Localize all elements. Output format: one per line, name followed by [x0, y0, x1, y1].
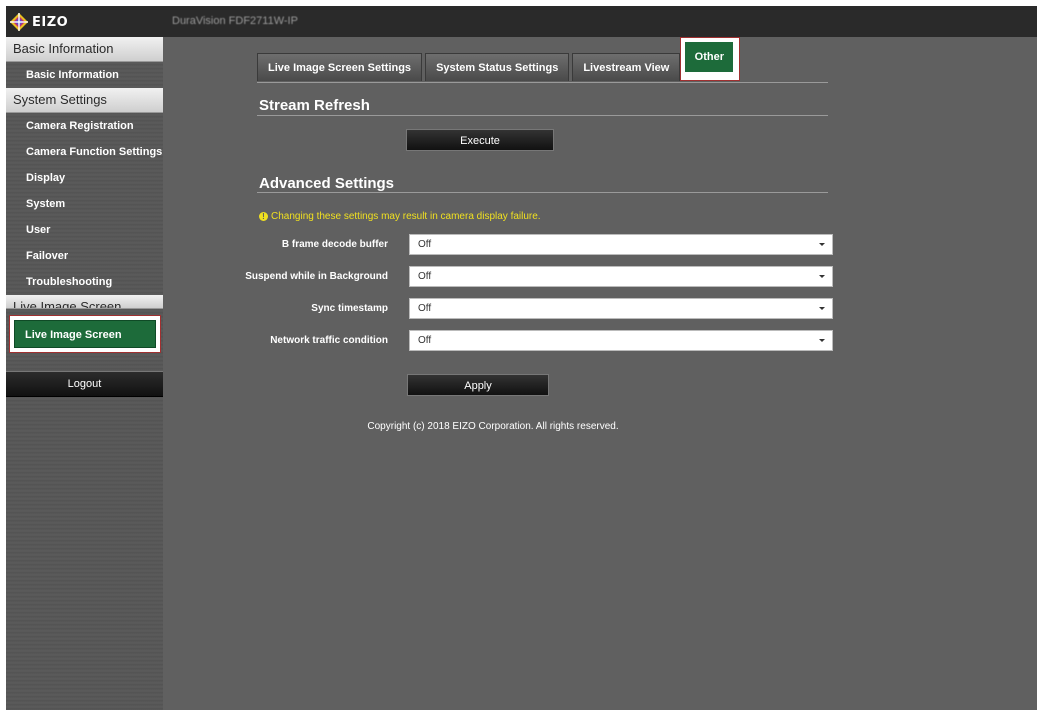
sidebar-item-basic-information[interactable]: Basic Information: [6, 62, 163, 88]
tab-other[interactable]: Other: [685, 42, 734, 72]
select-value: Off: [418, 239, 432, 250]
sidebar-item-live-image-screen[interactable]: Live Image Screen: [14, 320, 156, 348]
apply-button[interactable]: Apply: [407, 374, 549, 396]
sidebar: Basic Information Basic Information Syst…: [6, 37, 163, 710]
stream-refresh-title: Stream Refresh: [259, 97, 370, 114]
select-network-traffic-condition[interactable]: Off: [409, 330, 833, 351]
tab-system-status-settings[interactable]: System Status Settings: [425, 53, 570, 81]
logo-text: EIZO: [32, 14, 69, 30]
sidebar-item-system[interactable]: System: [6, 191, 163, 217]
select-b-frame-decode-buffer[interactable]: Off: [409, 234, 833, 255]
sidebar-item-user[interactable]: User: [6, 217, 163, 243]
main-content: Live Image Screen Settings System Status…: [163, 37, 1037, 710]
select-sync-timestamp[interactable]: Off: [409, 298, 833, 319]
chevron-down-icon: [819, 243, 825, 246]
sidebar-item-troubleshooting[interactable]: Troubleshooting: [6, 269, 163, 295]
tab-underline: [257, 82, 828, 83]
label-sync-timestamp: Sync timestamp: [311, 303, 388, 314]
warning-text: Changing these settings may result in ca…: [271, 211, 541, 222]
select-value: Off: [418, 271, 432, 282]
sidebar-item-failover[interactable]: Failover: [6, 243, 163, 269]
logout-button[interactable]: Logout: [6, 371, 163, 397]
eizo-logo: EIZO: [10, 12, 68, 32]
tab-livestream-view[interactable]: Livestream View: [572, 53, 681, 81]
chevron-down-icon: [819, 339, 825, 342]
highlight-box-live-image-screen: Live Image Screen: [9, 315, 161, 353]
sidebar-item-display[interactable]: Display: [6, 165, 163, 191]
label-suspend-while-in-background: Suspend while in Background: [245, 271, 388, 282]
sidebar-section-system-settings: System Settings: [6, 88, 163, 113]
sidebar-section-basic-information: Basic Information: [6, 37, 163, 62]
tab-live-image-screen-settings[interactable]: Live Image Screen Settings: [257, 53, 423, 81]
warning-icon: !: [259, 212, 268, 221]
select-suspend-while-in-background[interactable]: Off: [409, 266, 833, 287]
label-network-traffic-condition: Network traffic condition: [270, 335, 388, 346]
device-name: DuraVision FDF2711W-IP: [172, 15, 298, 27]
tab-bar: Live Image Screen Settings System Status…: [257, 37, 741, 81]
highlight-box-tab-other: Other: [680, 37, 741, 81]
select-value: Off: [418, 303, 432, 314]
execute-button[interactable]: Execute: [406, 129, 554, 151]
chevron-down-icon: [819, 275, 825, 278]
sidebar-item-camera-registration[interactable]: Camera Registration: [6, 113, 163, 139]
app-frame: EIZO DuraVision FDF2711W-IP Basic Inform…: [6, 6, 1037, 710]
select-value: Off: [418, 335, 432, 346]
sidebar-section-live-image-screen-settings: Live Image Screen Settings: [6, 295, 163, 309]
warning-message: ! Changing these settings may result in …: [259, 211, 541, 222]
chevron-down-icon: [819, 307, 825, 310]
advanced-settings-divider: [257, 192, 828, 193]
label-b-frame-decode-buffer: B frame decode buffer: [281, 239, 388, 250]
sidebar-item-camera-function-settings[interactable]: Camera Function Settings: [6, 139, 163, 165]
copyright-text: Copyright (c) 2018 EIZO Corporation. All…: [367, 421, 619, 432]
advanced-settings-title: Advanced Settings: [259, 175, 395, 192]
top-bar: EIZO DuraVision FDF2711W-IP: [6, 6, 1037, 37]
eizo-logo-icon: [10, 13, 28, 31]
stream-refresh-divider: [257, 115, 828, 116]
